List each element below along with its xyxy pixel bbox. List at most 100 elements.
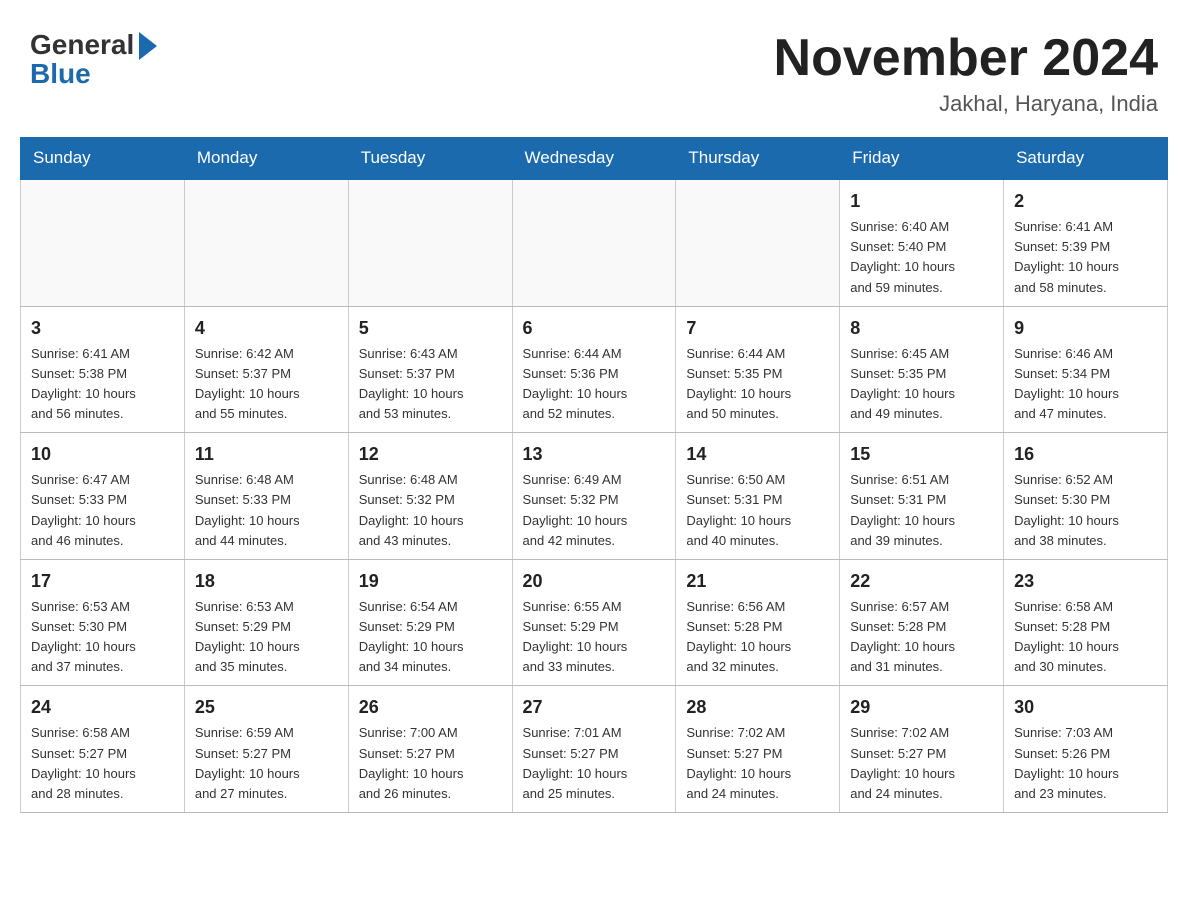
- day-info-line: and 47 minutes.: [1014, 404, 1157, 424]
- day-info: Sunrise: 6:56 AMSunset: 5:28 PMDaylight:…: [686, 597, 829, 678]
- day-info: Sunrise: 7:02 AMSunset: 5:27 PMDaylight:…: [850, 723, 993, 804]
- day-info-line: Sunrise: 6:53 AM: [31, 597, 174, 617]
- day-number: 21: [686, 568, 829, 595]
- calendar-cell: [676, 179, 840, 306]
- week-row: 1Sunrise: 6:40 AMSunset: 5:40 PMDaylight…: [21, 179, 1168, 306]
- day-info-line: and 34 minutes.: [359, 657, 502, 677]
- day-info: Sunrise: 6:52 AMSunset: 5:30 PMDaylight:…: [1014, 470, 1157, 551]
- calendar-cell: 25Sunrise: 6:59 AMSunset: 5:27 PMDayligh…: [184, 686, 348, 813]
- day-info-line: Sunrise: 6:44 AM: [523, 344, 666, 364]
- calendar-cell: 18Sunrise: 6:53 AMSunset: 5:29 PMDayligh…: [184, 559, 348, 686]
- day-info: Sunrise: 6:53 AMSunset: 5:30 PMDaylight:…: [31, 597, 174, 678]
- calendar-cell: 14Sunrise: 6:50 AMSunset: 5:31 PMDayligh…: [676, 433, 840, 560]
- day-info-line: Daylight: 10 hours: [1014, 637, 1157, 657]
- day-info-line: Sunrise: 7:01 AM: [523, 723, 666, 743]
- day-number: 23: [1014, 568, 1157, 595]
- day-info-line: Daylight: 10 hours: [359, 637, 502, 657]
- day-info: Sunrise: 6:58 AMSunset: 5:27 PMDaylight:…: [31, 723, 174, 804]
- day-info: Sunrise: 6:51 AMSunset: 5:31 PMDaylight:…: [850, 470, 993, 551]
- day-info-line: Daylight: 10 hours: [1014, 764, 1157, 784]
- day-number: 1: [850, 188, 993, 215]
- day-of-week-header: Monday: [184, 138, 348, 180]
- day-info-line: Sunrise: 7:02 AM: [850, 723, 993, 743]
- day-info-line: Daylight: 10 hours: [523, 637, 666, 657]
- day-info: Sunrise: 6:41 AMSunset: 5:38 PMDaylight:…: [31, 344, 174, 425]
- day-info-line: Sunrise: 6:44 AM: [686, 344, 829, 364]
- day-info-line: Daylight: 10 hours: [523, 764, 666, 784]
- day-number: 8: [850, 315, 993, 342]
- day-info-line: and 35 minutes.: [195, 657, 338, 677]
- day-info-line: Sunset: 5:27 PM: [850, 744, 993, 764]
- day-info-line: Sunrise: 6:48 AM: [359, 470, 502, 490]
- day-info: Sunrise: 6:55 AMSunset: 5:29 PMDaylight:…: [523, 597, 666, 678]
- day-of-week-header: Tuesday: [348, 138, 512, 180]
- day-info: Sunrise: 6:53 AMSunset: 5:29 PMDaylight:…: [195, 597, 338, 678]
- day-number: 9: [1014, 315, 1157, 342]
- day-of-week-header: Sunday: [21, 138, 185, 180]
- day-info-line: Sunset: 5:28 PM: [1014, 617, 1157, 637]
- calendar-cell: 15Sunrise: 6:51 AMSunset: 5:31 PMDayligh…: [840, 433, 1004, 560]
- day-info-line: Sunset: 5:38 PM: [31, 364, 174, 384]
- calendar-cell: 7Sunrise: 6:44 AMSunset: 5:35 PMDaylight…: [676, 306, 840, 433]
- day-info-line: Sunrise: 6:55 AM: [523, 597, 666, 617]
- day-of-week-header: Wednesday: [512, 138, 676, 180]
- calendar-cell: [21, 179, 185, 306]
- day-number: 18: [195, 568, 338, 595]
- day-info-line: and 59 minutes.: [850, 278, 993, 298]
- day-info-line: Sunset: 5:30 PM: [31, 617, 174, 637]
- day-info-line: Sunset: 5:32 PM: [359, 490, 502, 510]
- day-number: 7: [686, 315, 829, 342]
- day-info-line: Sunrise: 6:58 AM: [31, 723, 174, 743]
- day-info-line: Sunset: 5:35 PM: [686, 364, 829, 384]
- calendar-cell: 2Sunrise: 6:41 AMSunset: 5:39 PMDaylight…: [1004, 179, 1168, 306]
- day-info-line: Daylight: 10 hours: [195, 384, 338, 404]
- day-info: Sunrise: 7:03 AMSunset: 5:26 PMDaylight:…: [1014, 723, 1157, 804]
- day-info-line: Sunset: 5:27 PM: [523, 744, 666, 764]
- calendar-cell: 4Sunrise: 6:42 AMSunset: 5:37 PMDaylight…: [184, 306, 348, 433]
- day-info-line: and 43 minutes.: [359, 531, 502, 551]
- calendar-cell: 28Sunrise: 7:02 AMSunset: 5:27 PMDayligh…: [676, 686, 840, 813]
- day-info-line: and 37 minutes.: [31, 657, 174, 677]
- day-info-line: Sunrise: 6:41 AM: [31, 344, 174, 364]
- day-info-line: Daylight: 10 hours: [850, 764, 993, 784]
- day-number: 26: [359, 694, 502, 721]
- day-info-line: and 52 minutes.: [523, 404, 666, 424]
- day-info-line: Sunset: 5:29 PM: [359, 617, 502, 637]
- day-info-line: Sunrise: 6:51 AM: [850, 470, 993, 490]
- day-info: Sunrise: 6:58 AMSunset: 5:28 PMDaylight:…: [1014, 597, 1157, 678]
- day-info-line: Daylight: 10 hours: [523, 384, 666, 404]
- day-number: 25: [195, 694, 338, 721]
- day-info-line: Sunset: 5:34 PM: [1014, 364, 1157, 384]
- day-info-line: Sunrise: 6:40 AM: [850, 217, 993, 237]
- calendar-cell: 5Sunrise: 6:43 AMSunset: 5:37 PMDaylight…: [348, 306, 512, 433]
- day-info-line: Daylight: 10 hours: [686, 511, 829, 531]
- day-info-line: Sunset: 5:33 PM: [31, 490, 174, 510]
- calendar-cell: 1Sunrise: 6:40 AMSunset: 5:40 PMDaylight…: [840, 179, 1004, 306]
- calendar-cell: 21Sunrise: 6:56 AMSunset: 5:28 PMDayligh…: [676, 559, 840, 686]
- day-number: 16: [1014, 441, 1157, 468]
- day-info-line: Sunset: 5:36 PM: [523, 364, 666, 384]
- day-info-line: and 46 minutes.: [31, 531, 174, 551]
- day-info-line: Daylight: 10 hours: [523, 511, 666, 531]
- day-info-line: Sunset: 5:37 PM: [195, 364, 338, 384]
- day-info-line: and 26 minutes.: [359, 784, 502, 804]
- day-info: Sunrise: 7:02 AMSunset: 5:27 PMDaylight:…: [686, 723, 829, 804]
- day-info-line: Daylight: 10 hours: [195, 637, 338, 657]
- day-info-line: and 53 minutes.: [359, 404, 502, 424]
- day-info-line: and 42 minutes.: [523, 531, 666, 551]
- day-of-week-header: Thursday: [676, 138, 840, 180]
- calendar-cell: 30Sunrise: 7:03 AMSunset: 5:26 PMDayligh…: [1004, 686, 1168, 813]
- calendar-cell: 26Sunrise: 7:00 AMSunset: 5:27 PMDayligh…: [348, 686, 512, 813]
- calendar-cell: 13Sunrise: 6:49 AMSunset: 5:32 PMDayligh…: [512, 433, 676, 560]
- day-info: Sunrise: 6:48 AMSunset: 5:32 PMDaylight:…: [359, 470, 502, 551]
- calendar-cell: 27Sunrise: 7:01 AMSunset: 5:27 PMDayligh…: [512, 686, 676, 813]
- day-info-line: and 49 minutes.: [850, 404, 993, 424]
- day-info-line: Daylight: 10 hours: [359, 384, 502, 404]
- day-info-line: Sunset: 5:39 PM: [1014, 237, 1157, 257]
- day-info-line: Sunset: 5:40 PM: [850, 237, 993, 257]
- day-info-line: Sunrise: 6:43 AM: [359, 344, 502, 364]
- calendar-cell: [348, 179, 512, 306]
- day-info: Sunrise: 6:48 AMSunset: 5:33 PMDaylight:…: [195, 470, 338, 551]
- calendar-cell: 12Sunrise: 6:48 AMSunset: 5:32 PMDayligh…: [348, 433, 512, 560]
- day-number: 4: [195, 315, 338, 342]
